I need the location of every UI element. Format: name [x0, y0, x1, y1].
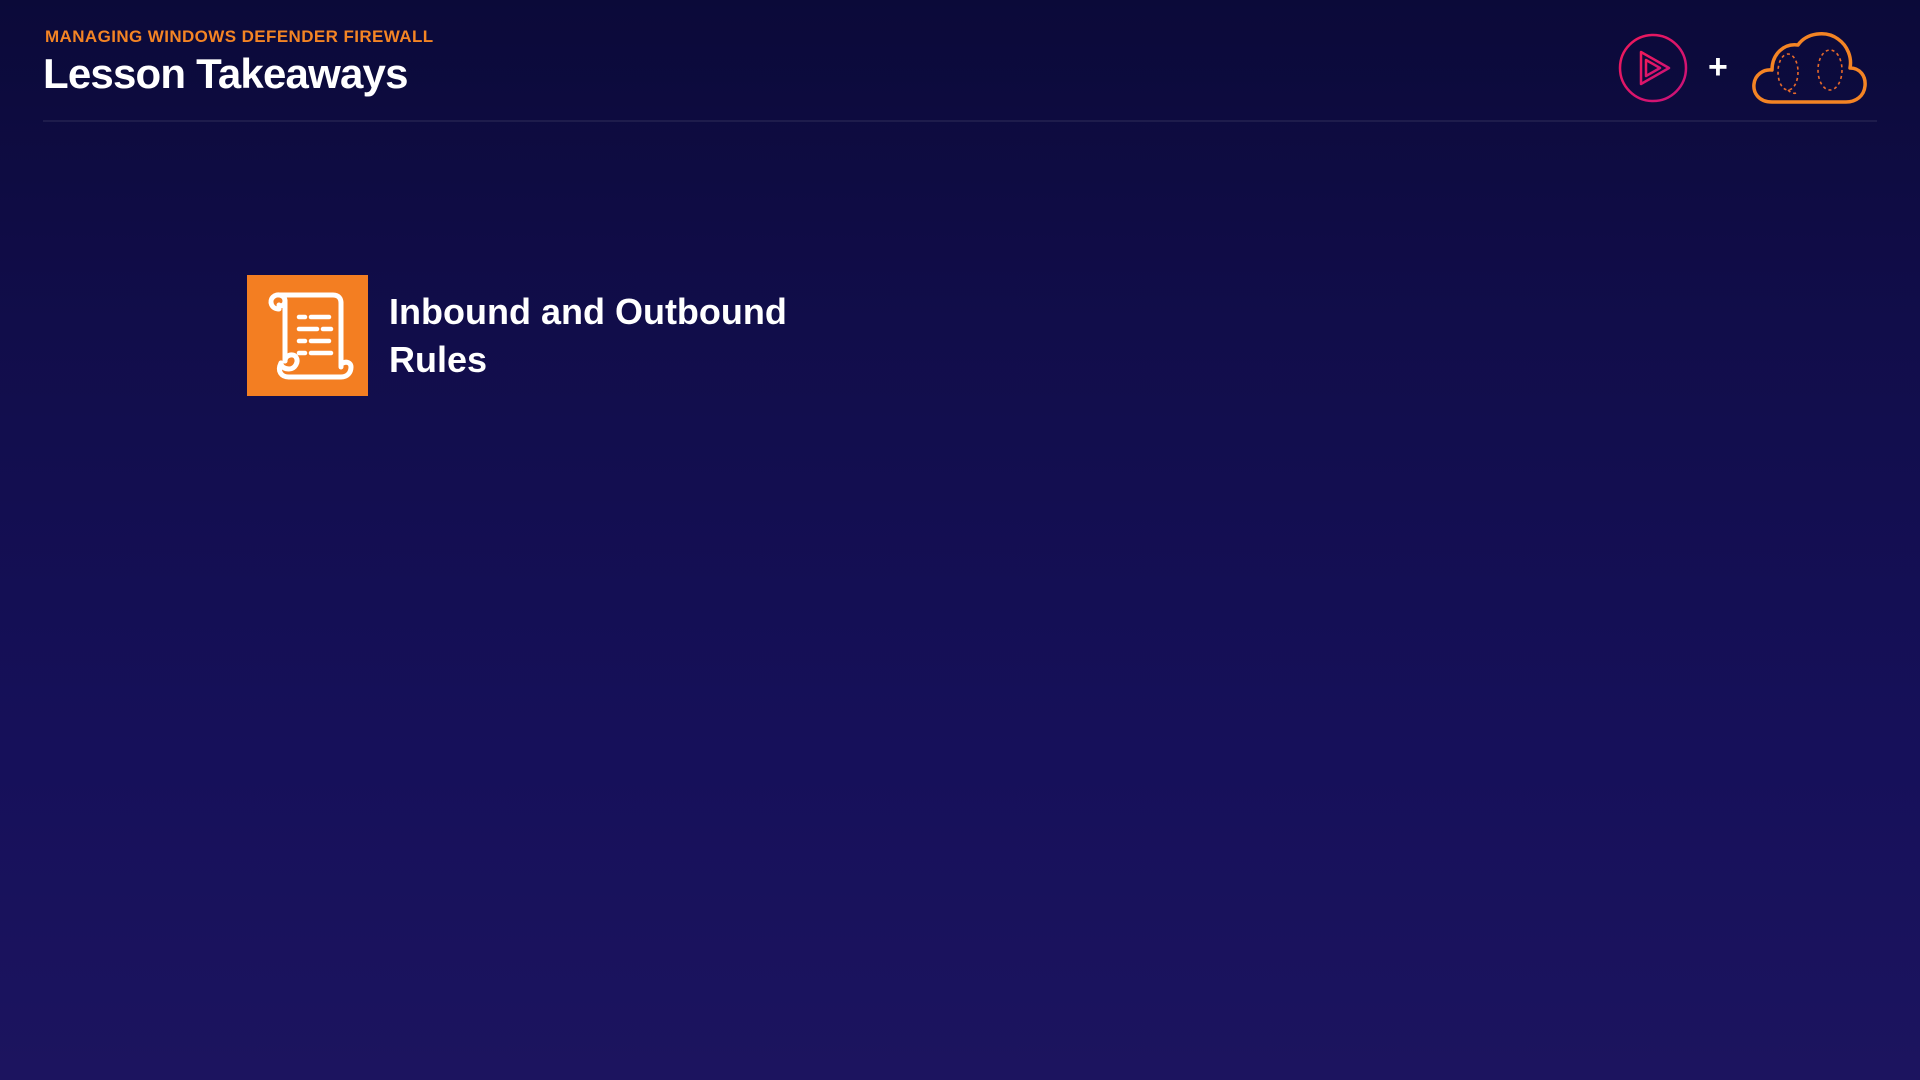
course-title: MANAGING WINDOWS DEFENDER FIREWALL — [45, 27, 434, 46]
play-circle-icon — [1618, 33, 1688, 103]
cloud-brain-icon — [1752, 32, 1867, 104]
lesson-title: Lesson Takeaways — [43, 50, 408, 97]
scroll-document-icon — [247, 275, 368, 396]
brand-logos: + — [1617, 30, 1877, 104]
takeaway-item: Inbound and Outbound Rules — [247, 275, 849, 396]
takeaway-label: Inbound and Outbound Rules — [389, 290, 787, 380]
plus-sign: + — [1708, 48, 1728, 86]
slide-header: MANAGING WINDOWS DEFENDER FIREWALL Lesso… — [43, 24, 1877, 122]
